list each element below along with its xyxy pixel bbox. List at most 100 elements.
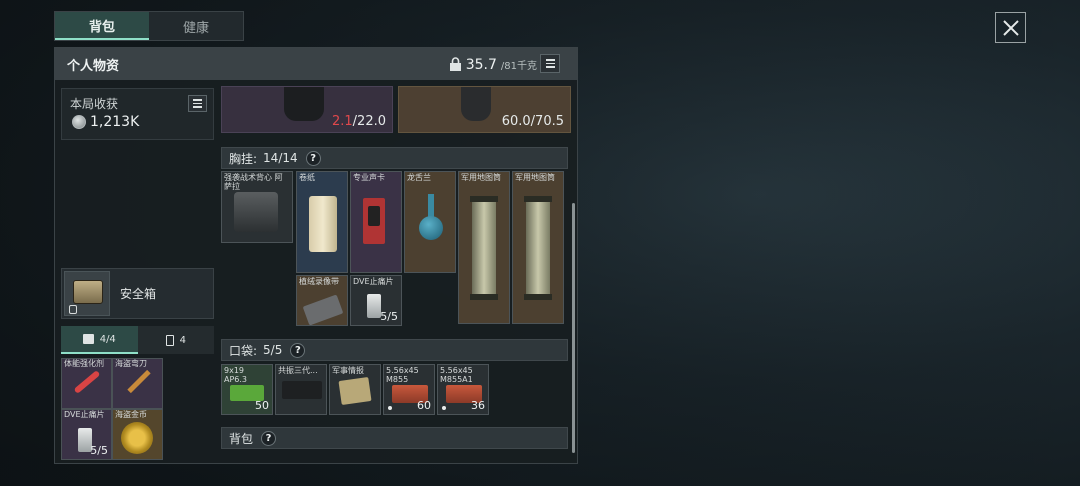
durability-value: 60.0/70.5 <box>501 114 564 129</box>
list-icon <box>193 99 202 101</box>
item-name: 植绒录像带 <box>299 277 339 286</box>
flask-neck <box>428 194 434 218</box>
equipped-gear-row: 2.1/22.0 60.0/70.5 <box>221 86 571 133</box>
item-name: DVE止痛片 <box>353 277 394 286</box>
item-name: 卷纸 <box>299 173 315 182</box>
padlock-icon <box>69 305 77 314</box>
weight-max: /81千克 <box>500 61 537 72</box>
chest-rig-item[interactable]: DVE止痛片 5/5 <box>350 275 402 326</box>
earnings-label: 本局收获 <box>70 97 119 111</box>
case-tab-count: 4 <box>179 334 186 346</box>
item-name: 海盗弯刀 <box>115 359 147 368</box>
safe-box[interactable]: 安全箱 <box>61 268 214 319</box>
item-name: 龙舌兰 <box>407 173 431 182</box>
stack-dot-icon <box>388 406 392 410</box>
item-name: 海盗金币 <box>115 410 147 419</box>
helmet-slot[interactable]: 2.1/22.0 <box>221 86 393 133</box>
help-icon[interactable]: ? <box>261 430 277 446</box>
item-qty: 5/5 <box>90 444 108 457</box>
pouch-tabs: 4/4 4 <box>61 326 214 354</box>
pocket-item[interactable]: 共振三代... <box>275 364 327 415</box>
armor-icon <box>461 87 491 121</box>
map-tube-icon <box>470 196 498 300</box>
close-button[interactable] <box>995 12 1026 43</box>
stack-dot-icon <box>442 406 446 410</box>
vest-icon <box>234 192 278 232</box>
backpack-header: 背包 ? <box>221 427 568 449</box>
item-name: 体能强化剂 <box>64 359 104 368</box>
chest-rig-item[interactable]: 卷纸 <box>296 171 348 273</box>
safe-box-thumbnail <box>64 271 110 316</box>
panel-header: 个人物资 35.7/81千克 <box>55 48 577 80</box>
helmet-icon <box>284 87 324 121</box>
top-tabs: 背包 健康 <box>54 11 244 41</box>
earnings-box: 本局收获 1,213K <box>61 88 214 140</box>
pouch-item[interactable]: 海盗弯刀 <box>112 358 163 409</box>
item-qty: 36 <box>471 399 485 412</box>
item-name: 5.56x45 M855 <box>386 366 419 385</box>
coin-icon <box>72 115 86 129</box>
tab-backpack[interactable]: 背包 <box>55 12 149 40</box>
sound-card-icon <box>363 198 385 244</box>
earnings-value: 1,213K <box>90 114 140 130</box>
close-icon <box>1002 19 1019 36</box>
pouch-item[interactable]: 海盗金币 <box>112 409 163 460</box>
chest-rig-item[interactable]: 植绒录像带 <box>296 275 348 326</box>
earnings-list-button[interactable] <box>188 95 207 112</box>
pouch-grid: 体能强化剂 海盗弯刀 DVE止痛片 5/5 海盗金币 <box>61 358 163 460</box>
item-name: 军事情报 <box>332 366 364 375</box>
pocket-item[interactable]: 5.56x45 M855A1 36 <box>437 364 489 415</box>
chest-rig-item[interactable]: 军用地图筒 <box>512 171 564 324</box>
list-icon <box>545 59 555 61</box>
armor-slot[interactable]: 60.0/70.5 <box>398 86 571 133</box>
inventory-panel: 个人物资 35.7/81千克 本局收获 1,213K 安全箱 4/4 4 体能强… <box>54 47 578 464</box>
section-count: 5/5 <box>263 343 283 357</box>
chest-rig-item[interactable]: 军用地图筒 <box>458 171 510 324</box>
item-name: 9x19 AP6.3 <box>224 366 248 385</box>
pocket-item[interactable]: 9x19 AP6.3 50 <box>221 364 273 415</box>
item-name: 军用地图筒 <box>461 173 501 182</box>
section-label: 胸挂: <box>229 151 258 166</box>
pocket-item[interactable]: 5.56x45 M855 60 <box>383 364 435 415</box>
weight-current: 35.7 <box>465 57 497 73</box>
case-icon <box>165 334 174 346</box>
chest-rig-header: 胸挂: 14/14 ? <box>221 147 568 169</box>
section-label: 口袋: <box>229 343 258 358</box>
tab-pouch[interactable]: 4/4 <box>61 326 138 354</box>
item-qty: 50 <box>255 399 269 412</box>
durability-max: /22.0 <box>352 114 386 129</box>
armor-durability: 60.0/70.5 <box>502 114 564 129</box>
item-name: DVE止痛片 <box>64 410 105 419</box>
pouch-tab-count: 4/4 <box>99 333 116 345</box>
item-name: 军用地图筒 <box>515 173 555 182</box>
pouch-item[interactable]: 体能强化剂 <box>61 358 112 409</box>
helmet-durability: 2.1/22.0 <box>332 114 386 129</box>
pocket-item[interactable]: 军事情报 <box>329 364 381 415</box>
sort-list-button[interactable] <box>540 54 560 73</box>
intel-icon <box>338 377 372 405</box>
flask-icon <box>419 216 443 240</box>
help-icon[interactable]: ? <box>305 150 321 166</box>
gun-part-icon <box>282 381 322 399</box>
gold-coin-icon <box>121 422 153 454</box>
help-icon[interactable]: ? <box>290 342 306 358</box>
pockets-header: 口袋: 5/5 ? <box>221 339 568 361</box>
section-count: 14/14 <box>263 151 298 165</box>
pouch-item[interactable]: DVE止痛片 5/5 <box>61 409 112 460</box>
toolbox-icon <box>82 334 94 344</box>
knife-icon <box>127 369 151 394</box>
scrollbar[interactable] <box>572 203 575 453</box>
weight-lock-icon <box>449 57 461 71</box>
chest-rig-item[interactable]: 专业声卡 <box>350 171 402 273</box>
chest-rig-item[interactable]: 龙舌兰 <box>404 171 456 273</box>
tab-case[interactable]: 4 <box>137 326 214 354</box>
safe-box-icon <box>73 280 103 304</box>
stim-pen-icon <box>73 370 101 394</box>
weight-indicator: 35.7/81千克 <box>449 55 537 73</box>
map-tube-icon <box>524 196 552 300</box>
tab-health[interactable]: 健康 <box>149 12 243 40</box>
item-qty: 60 <box>417 399 431 412</box>
chest-rig-item[interactable]: 强袭战术背心 阿萨拉 <box>221 171 293 243</box>
section-label: 背包 <box>229 431 254 446</box>
injector-icon <box>367 294 381 318</box>
